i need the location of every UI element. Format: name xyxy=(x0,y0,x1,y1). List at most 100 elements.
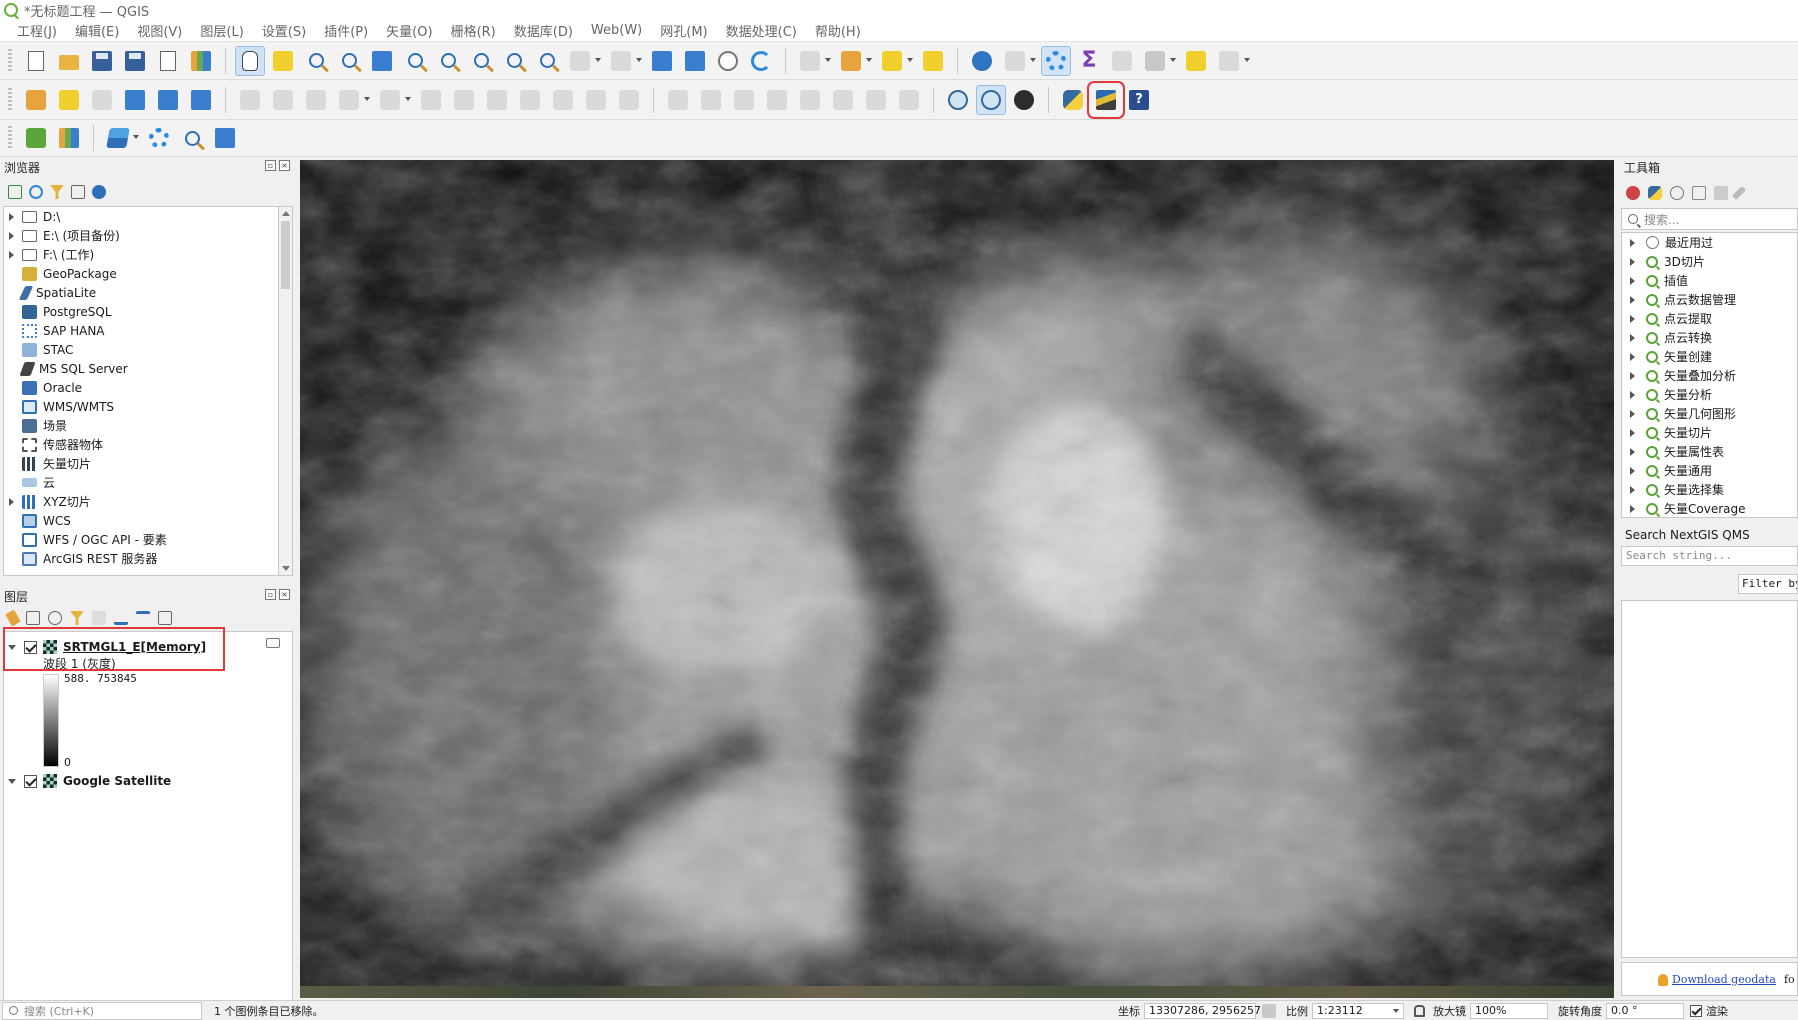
save-as-button[interactable] xyxy=(120,46,150,76)
new-project-button[interactable] xyxy=(21,46,51,76)
expand-arrow-icon[interactable] xyxy=(4,498,18,506)
browser-item[interactable]: 场景 xyxy=(4,416,278,435)
expand-arrow-icon[interactable] xyxy=(1626,448,1638,456)
measure-button[interactable] xyxy=(1140,46,1176,76)
redo-button[interactable] xyxy=(614,85,644,115)
browser-item[interactable]: E:\ (项目备份) xyxy=(4,226,278,245)
menu-item-6[interactable]: 矢量(O) xyxy=(377,21,441,40)
layer-item-srtm[interactable]: SRTMGL1_E[Memory] xyxy=(4,638,206,656)
zoom-layer-button[interactable] xyxy=(433,46,463,76)
qms-search-input[interactable]: Search string... xyxy=(1621,546,1798,566)
expand-arrow-icon[interactable] xyxy=(1626,486,1638,494)
expand-arrow-icon[interactable] xyxy=(1626,334,1638,342)
show-bookmarks-button[interactable] xyxy=(680,46,710,76)
refresh-icon[interactable] xyxy=(29,185,43,199)
new-virtual-layer-button[interactable] xyxy=(186,85,216,115)
menu-item-8[interactable]: 数据库(D) xyxy=(505,21,582,40)
map-tips-button[interactable] xyxy=(1181,46,1211,76)
browser-item[interactable]: Oracle xyxy=(4,378,278,397)
zoom-in-button[interactable] xyxy=(301,46,331,76)
attribute-table-button[interactable] xyxy=(1000,46,1036,76)
chevron-down-icon[interactable] xyxy=(595,57,601,62)
browser-item[interactable]: ArcGIS REST 服务器 xyxy=(4,549,278,568)
expand-arrow-icon[interactable] xyxy=(1626,277,1638,285)
download-geodata-link[interactable]: Download geodata xyxy=(1672,973,1776,986)
undo-button[interactable] xyxy=(581,85,611,115)
qms-results-list[interactable] xyxy=(1621,600,1798,958)
coordinate-field[interactable]: 13307286, 2956257 xyxy=(1144,1002,1261,1019)
select-location-button[interactable] xyxy=(918,46,948,76)
rotation-spinbox[interactable]: 0.0 ° xyxy=(1606,1002,1684,1019)
menu-item-5[interactable]: 插件(P) xyxy=(315,21,377,40)
zoom-full-button[interactable] xyxy=(367,46,397,76)
browser-item[interactable]: XYZ切片 xyxy=(4,492,278,511)
globe-active-button[interactable] xyxy=(976,84,1006,115)
collapse-arrow-icon[interactable] xyxy=(4,779,20,784)
bookmark-button[interactable] xyxy=(647,46,677,76)
edit-features-icon[interactable] xyxy=(1714,186,1728,200)
chevron-down-icon[interactable] xyxy=(364,96,370,101)
new-3d-view-button[interactable] xyxy=(606,46,642,76)
menu-item-3[interactable]: 图层(L) xyxy=(191,21,252,40)
zoom-plugin-button[interactable] xyxy=(21,123,51,153)
settings-gear-button[interactable] xyxy=(144,123,174,153)
toolbox-group[interactable]: 3D切片 xyxy=(1622,252,1797,271)
expand-arrow-icon[interactable] xyxy=(1626,296,1638,304)
results-viewer-icon[interactable] xyxy=(1692,186,1706,200)
save-edits-button[interactable] xyxy=(301,85,331,115)
help-button[interactable]: ? xyxy=(1124,85,1154,115)
pan-to-selection-button[interactable] xyxy=(268,46,298,76)
map-canvas[interactable] xyxy=(300,160,1614,998)
expand-arrow-icon[interactable] xyxy=(1626,258,1638,266)
menu-item-1[interactable]: 编辑(E) xyxy=(66,21,128,40)
browser-item[interactable]: WCS xyxy=(4,511,278,530)
highlight-label-button[interactable] xyxy=(795,85,825,115)
toolbox-group[interactable]: 矢量选择集 xyxy=(1622,480,1797,499)
delete-button[interactable] xyxy=(449,85,479,115)
browser-item[interactable]: STAC xyxy=(4,340,278,359)
new-map-view-button[interactable] xyxy=(565,46,601,76)
filter-icon[interactable] xyxy=(50,185,64,199)
browser-item[interactable]: MS SQL Server xyxy=(4,359,278,378)
menu-item-12[interactable]: 帮助(H) xyxy=(806,21,870,40)
zoom-next-button[interactable] xyxy=(532,46,562,76)
toolbox-group[interactable]: 插值 xyxy=(1622,271,1797,290)
render-checkbox[interactable] xyxy=(1690,1004,1702,1017)
browser-item[interactable]: WFS / OGC API - 要素 xyxy=(4,530,278,549)
filter-legend-icon[interactable] xyxy=(70,611,84,625)
terrain-plugin-button[interactable] xyxy=(1087,80,1125,119)
menu-item-7[interactable]: 栅格(R) xyxy=(442,21,505,40)
label-tool-button[interactable] xyxy=(762,85,792,115)
toolbox-group[interactable]: 矢量几何图形 xyxy=(1622,404,1797,423)
coordinate-toggle-icon[interactable] xyxy=(1262,1003,1276,1018)
toolbox-group[interactable]: 矢量分析 xyxy=(1622,385,1797,404)
expand-arrow-icon[interactable] xyxy=(1626,315,1638,323)
copy-button[interactable] xyxy=(515,85,545,115)
zoom-out-button[interactable] xyxy=(334,46,364,76)
chevron-down-icon[interactable] xyxy=(907,57,913,62)
temporal-button[interactable] xyxy=(713,46,743,76)
expand-arrow-icon[interactable] xyxy=(1626,353,1638,361)
text-annotation-button[interactable] xyxy=(1214,46,1250,76)
open-project-button[interactable] xyxy=(54,46,84,76)
scroll-down-icon[interactable] xyxy=(282,566,290,571)
browser-item[interactable]: GeoPackage xyxy=(4,264,278,283)
save-project-button[interactable] xyxy=(87,46,117,76)
scale-combobox[interactable]: 1:23112 xyxy=(1312,1002,1404,1019)
magnifier-spinbox[interactable]: 100% xyxy=(1470,1002,1548,1019)
show-label-button[interactable] xyxy=(729,85,759,115)
add-selected-layers-icon[interactable] xyxy=(8,185,22,199)
chevron-down-icon[interactable] xyxy=(1244,57,1250,62)
browser-item[interactable]: WMS/WMTS xyxy=(4,397,278,416)
toolbox-group[interactable]: 最近用过 xyxy=(1622,233,1797,252)
layers-plugin-button[interactable] xyxy=(103,123,139,153)
browser-item[interactable]: 传感器物体 xyxy=(4,435,278,454)
menu-item-9[interactable]: Web(W) xyxy=(582,23,651,38)
style-manager-button[interactable] xyxy=(186,46,216,76)
lock-scale-icon[interactable] xyxy=(1414,1004,1425,1017)
new-spatialite-button[interactable] xyxy=(120,85,150,115)
expand-arrow-icon[interactable] xyxy=(1626,372,1638,380)
new-shapefile-button[interactable] xyxy=(87,85,117,115)
qms-button[interactable] xyxy=(1009,85,1039,115)
toggle-edit-button[interactable] xyxy=(268,85,298,115)
